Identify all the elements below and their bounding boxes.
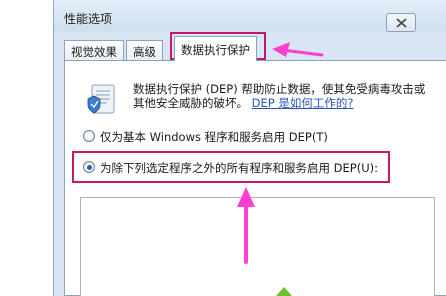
tab-label: 高级 <box>133 45 156 59</box>
radio-label: 仅为基本 Windows 程序和服务启用 DEP(T) <box>100 130 328 144</box>
tab-data-execution-prevention[interactable]: 数据执行保护 <box>174 36 257 61</box>
tab-strip: 视觉效果 高级 数据执行保护 <box>64 36 444 61</box>
performance-options-window: 性能选项 视觉效果 高级 数据执行保护 数据执行保护 (DEP) 帮助防止数据，… <box>53 0 446 296</box>
annotation-box-option <box>72 151 390 183</box>
tab-visual-effects[interactable]: 视觉效果 <box>64 40 124 60</box>
tab-label: 视觉效果 <box>71 45 117 59</box>
radio-button[interactable] <box>83 130 95 142</box>
dep-description: 数据执行保护 (DEP) 帮助防止数据，使其免受病毒攻击或其他安全威胁的破坏。 … <box>133 82 433 110</box>
tab-label: 数据执行保护 <box>181 43 250 57</box>
close-button[interactable] <box>386 13 416 32</box>
tab-advanced[interactable]: 高级 <box>126 40 163 60</box>
close-icon <box>396 18 407 28</box>
title-bar[interactable]: 性能选项 <box>54 0 446 32</box>
dep-help-link[interactable]: DEP 是如何工作的? <box>252 96 354 110</box>
program-exception-list[interactable] <box>80 197 435 296</box>
window-title: 性能选项 <box>64 12 113 26</box>
dep-shield-document-icon <box>87 84 115 114</box>
